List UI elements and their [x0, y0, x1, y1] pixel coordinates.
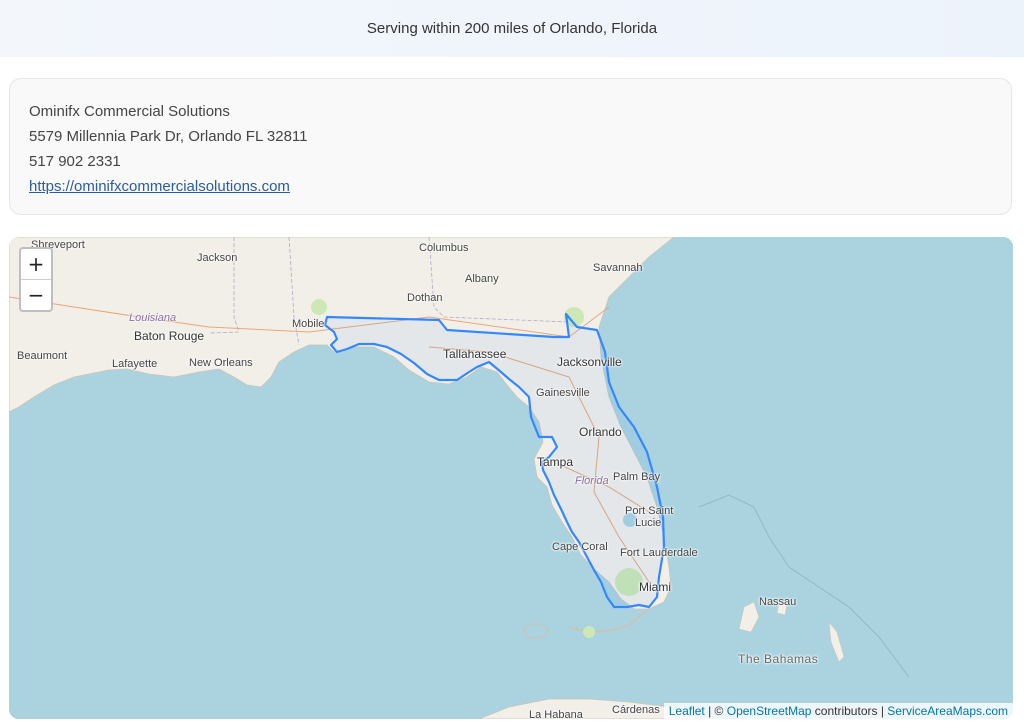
label-la-habana: La Habana — [529, 709, 583, 719]
page-header: Serving within 200 miles of Orlando, Flo… — [0, 0, 1024, 57]
zoom-control: + − — [19, 247, 53, 312]
label-albany: Albany — [465, 273, 499, 285]
osm-link[interactable]: OpenStreetMap — [727, 704, 812, 718]
service-area-map[interactable]: Shreveport Jackson Columbus Albany Savan… — [9, 237, 1013, 719]
label-jacksonville: Jacksonville — [557, 355, 622, 369]
label-louisiana: Louisiana — [129, 312, 177, 324]
label-orlando: Orlando — [579, 425, 622, 439]
label-port-saint-lucie-2: Lucie — [635, 517, 662, 529]
label-nassau: Nassau — [759, 596, 797, 608]
zoom-out-button[interactable]: − — [21, 279, 51, 310]
label-the-bahamas: The Bahamas — [738, 652, 819, 666]
label-cardenas: Cárdenas — [612, 704, 660, 716]
business-info-card: Ominifx Commercial Solutions 5579 Millen… — [9, 78, 1012, 215]
business-website-link[interactable]: https://ominifxcommercialsolutions.com — [29, 178, 290, 195]
attribution-contributors: contributors | — [811, 704, 888, 718]
label-tampa: Tampa — [537, 455, 574, 469]
label-columbus: Columbus — [419, 242, 469, 254]
label-cape-coral: Cape Coral — [552, 541, 608, 553]
label-florida: Florida — [575, 475, 609, 487]
business-name: Ominifx Commercial Solutions — [29, 103, 230, 120]
attribution-separator: | © — [704, 704, 727, 718]
label-new-orleans: New Orleans — [189, 357, 253, 369]
leaflet-link[interactable]: Leaflet — [669, 704, 705, 718]
map-tiles — [9, 237, 1013, 719]
label-dothan: Dothan — [407, 292, 443, 304]
business-phone: 517 902 2331 — [29, 153, 121, 170]
business-address: 5579 Millennia Park Dr, Orlando FL 32811 — [29, 128, 308, 145]
label-tallahassee: Tallahassee — [443, 347, 507, 361]
label-beaumont: Beaumont — [17, 350, 68, 362]
label-savannah: Savannah — [593, 262, 643, 274]
label-palm-bay: Palm Bay — [613, 471, 661, 483]
page-title: Serving within 200 miles of Orlando, Flo… — [366, 20, 658, 37]
map-attribution: Leaflet | © OpenStreetMap contributors |… — [663, 703, 1013, 719]
label-lafayette: Lafayette — [112, 358, 158, 370]
label-gainesville: Gainesville — [536, 387, 590, 399]
label-mobile: Mobile — [292, 318, 325, 330]
zoom-in-button[interactable]: + — [21, 249, 51, 279]
label-miami: Miami — [639, 580, 671, 594]
label-port-saint-lucie-1: Port Saint — [625, 505, 674, 517]
serviceareamaps-link[interactable]: ServiceAreaMaps.com — [887, 704, 1008, 718]
label-baton-rouge: Baton Rouge — [134, 329, 205, 343]
label-jackson: Jackson — [197, 252, 238, 264]
label-fort-lauderdale: Fort Lauderdale — [620, 547, 698, 559]
